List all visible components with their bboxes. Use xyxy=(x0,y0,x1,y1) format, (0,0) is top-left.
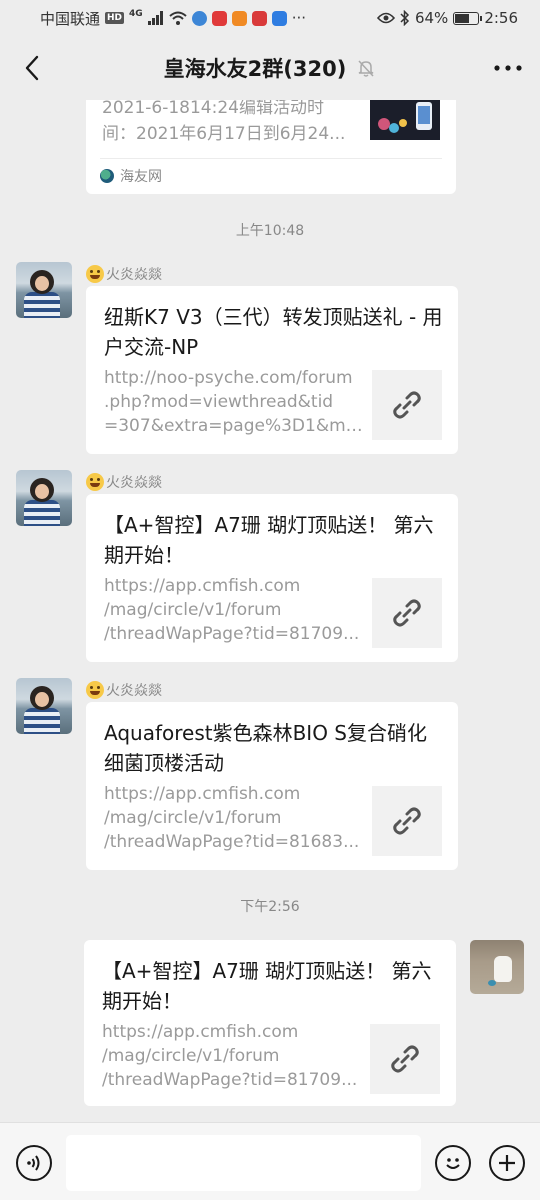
link-description-line: =307&extra=page%3D1&mo... xyxy=(104,416,364,436)
link-description-line: 2021-6-1814:24编辑活动时 xyxy=(102,100,324,118)
message-input-bar xyxy=(0,1122,540,1200)
link-message-card[interactable]: Aquaforest紫色森林BIO S复合硝化细菌顶楼活动 https://ap… xyxy=(86,702,458,870)
carrier-name: 中国联通 xyxy=(40,9,101,28)
battery-percent: 64% xyxy=(414,9,449,27)
link-description-line: .php?mod=viewthread&tid xyxy=(104,392,334,412)
my-avatar[interactable] xyxy=(470,940,524,994)
chat-message-list[interactable]: 2021-6-1814:24编辑活动时 间：2021年6月17日到6月24...… xyxy=(0,100,540,1122)
app-notification-icon xyxy=(191,10,207,26)
sender-name: 火炎焱燚 xyxy=(86,472,162,492)
status-bar: 中国联通 HD 4G ··· 64% 2:56 xyxy=(0,0,540,36)
signal-icon xyxy=(147,11,163,25)
thumbnail-image xyxy=(370,100,440,140)
app-notification-icon xyxy=(211,10,227,26)
sender-name: 火炎焱燚 xyxy=(86,680,162,700)
avatar[interactable] xyxy=(16,678,72,734)
sender-name-text: 火炎焱燚 xyxy=(106,683,162,699)
link-thumbnail xyxy=(370,100,440,140)
link-description-line: /threadWapPage?tid=81683... xyxy=(104,832,360,852)
link-description-line: 间：2021年6月17日到6月24... xyxy=(102,124,346,144)
more-icon xyxy=(494,65,522,71)
link-message-card[interactable]: 【A+智控】A7珊 瑚灯顶贴送！ 第六期开始！ https://app.cmfi… xyxy=(86,494,458,662)
add-button[interactable] xyxy=(489,1145,525,1181)
link-message-card[interactable]: 纽斯K7 V3（三代）转发顶贴送礼 - 用户交流-NP http://noo-p… xyxy=(86,286,458,454)
link-description: https://app.cmfish.com /mag/circle/v1/fo… xyxy=(104,782,364,854)
divider xyxy=(100,158,442,159)
link-description-line: https://app.cmfish.com xyxy=(104,576,301,596)
link-description-line: https://app.cmfish.com xyxy=(102,1022,299,1042)
link-thumbnail xyxy=(370,1024,440,1094)
link-icon xyxy=(393,599,421,627)
network-type: 4G xyxy=(129,9,143,19)
chevron-left-icon xyxy=(25,55,39,81)
sender-name-text: 火炎焱燚 xyxy=(106,475,162,491)
link-title: Aquaforest紫色森林BIO S复合硝化细菌顶楼活动 xyxy=(104,721,427,775)
link-message-card[interactable]: 【A+智控】A7珊 瑚灯顶贴送！ 第六期开始！ https://app.cmfi… xyxy=(84,940,456,1106)
app-notification-icon xyxy=(251,10,267,26)
more-button[interactable] xyxy=(488,50,528,86)
link-icon xyxy=(391,1045,419,1073)
status-bar-right: 64% 2:56 xyxy=(376,9,518,27)
message-timestamp: 下午2:56 xyxy=(240,899,300,915)
emoji-icon xyxy=(446,1158,460,1169)
link-description: https://app.cmfish.com /mag/circle/v1/fo… xyxy=(104,574,364,646)
bluetooth-icon xyxy=(400,10,410,26)
battery-fill xyxy=(455,13,469,23)
link-description-line: /threadWapPage?tid=81709... xyxy=(104,624,360,644)
app-notification-icon xyxy=(231,10,247,26)
sender-name-text: 火炎焱燚 xyxy=(106,267,162,283)
grin-emoji-icon xyxy=(86,265,104,283)
link-thumbnail xyxy=(372,786,442,856)
link-source: 海友网 xyxy=(100,166,162,186)
app-notification-icon xyxy=(271,10,287,26)
link-icon xyxy=(393,391,421,419)
voice-icon xyxy=(27,1155,40,1171)
clock: 2:56 xyxy=(484,9,518,27)
link-description: 2021-6-1814:24编辑活动时 间：2021年6月17日到6月24... xyxy=(102,100,357,147)
hd-badge: HD xyxy=(105,12,125,24)
link-description-line: /threadWapPage?tid=81709... xyxy=(102,1070,358,1090)
avatar[interactable] xyxy=(16,470,72,526)
sender-name: 火炎焱燚 xyxy=(86,264,162,284)
link-icon xyxy=(393,807,421,835)
link-description: https://app.cmfish.com /mag/circle/v1/fo… xyxy=(102,1020,362,1092)
wifi-icon xyxy=(169,11,187,25)
message-input[interactable] xyxy=(66,1135,421,1191)
link-description-line: /mag/circle/v1/forum xyxy=(102,1046,280,1066)
grin-emoji-icon xyxy=(86,473,104,491)
chat-title: 皇海水友2群(320) xyxy=(163,57,347,81)
link-description-line: /mag/circle/v1/forum xyxy=(104,808,282,828)
link-message-card[interactable]: 2021-6-1814:24编辑活动时 间：2021年6月17日到6月24...… xyxy=(86,100,456,194)
link-description-line: /mag/circle/v1/forum xyxy=(104,600,282,620)
link-description-line: https://app.cmfish.com xyxy=(104,784,301,804)
link-description: http://noo-psyche.com/forum .php?mod=vie… xyxy=(104,366,364,438)
eye-icon xyxy=(376,12,395,24)
back-button[interactable] xyxy=(14,50,50,86)
source-name: 海友网 xyxy=(120,169,162,185)
chat-title-group: 皇海水友2群(320) xyxy=(164,53,377,83)
link-title: 纽斯K7 V3（三代）转发顶贴送礼 - 用户交流-NP xyxy=(104,305,443,359)
link-description-line: http://noo-psyche.com/forum xyxy=(104,368,353,388)
link-thumbnail xyxy=(372,578,442,648)
bell-off-icon xyxy=(358,60,374,77)
battery-icon xyxy=(453,11,483,25)
emoji-button[interactable] xyxy=(435,1145,471,1181)
chat-header: 皇海水友2群(320) xyxy=(0,36,540,100)
link-thumbnail xyxy=(372,370,442,440)
source-logo-icon xyxy=(100,169,114,183)
message-timestamp: 上午10:48 xyxy=(235,223,305,239)
plus-icon xyxy=(499,1155,515,1171)
avatar[interactable] xyxy=(16,262,72,318)
link-title: 【A+智控】A7珊 瑚灯顶贴送！ 第六期开始！ xyxy=(102,959,432,1013)
grin-emoji-icon xyxy=(86,681,104,699)
status-bar-left: 中国联通 HD 4G ··· xyxy=(40,8,306,29)
voice-button[interactable] xyxy=(16,1145,52,1181)
link-title: 【A+智控】A7珊 瑚灯顶贴送！ 第六期开始！ xyxy=(104,513,434,567)
more-notifications: ··· xyxy=(291,9,306,27)
